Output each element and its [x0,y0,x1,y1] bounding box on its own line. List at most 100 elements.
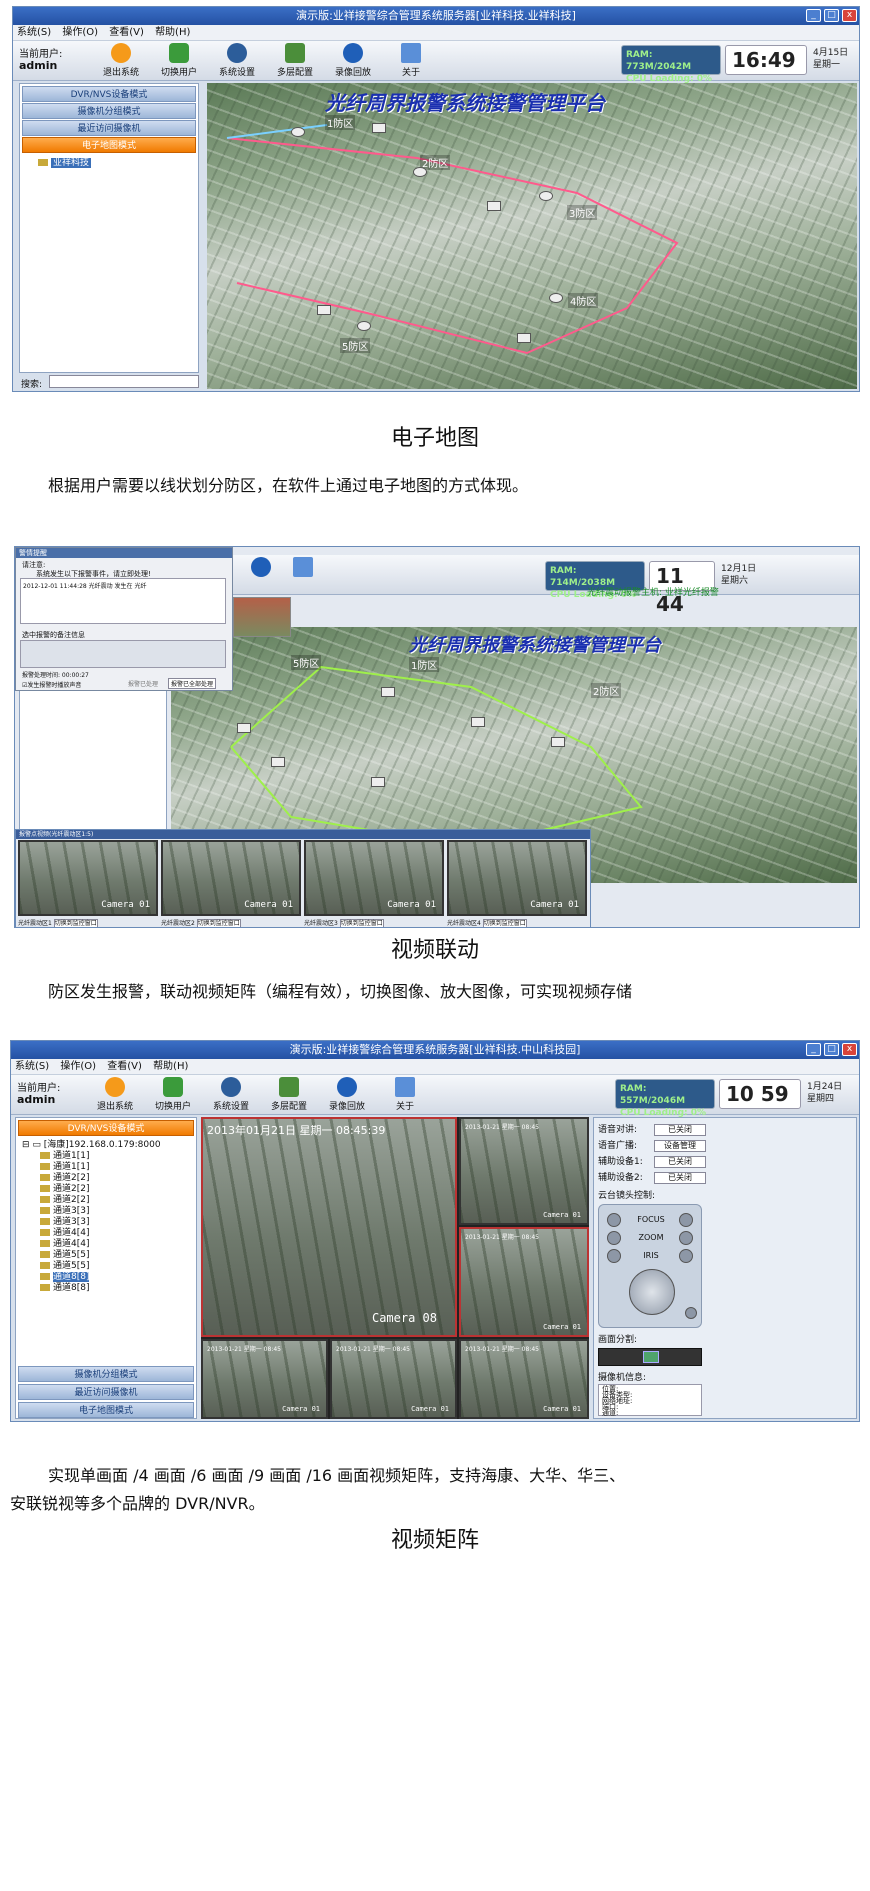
video-feed-4[interactable]: 2013-01-21 星期一 08:45 Camera 01 [201,1339,328,1419]
camera-marker-icon[interactable] [291,127,305,137]
nav-recent-camera[interactable]: 最近访问摄像机 [22,120,196,136]
system-settings-button[interactable]: 系统设置 [203,1077,259,1113]
popup-sound-checkbox[interactable]: ☑发生报警时播放声音 [22,680,81,689]
camera-marker-icon[interactable] [372,123,386,133]
voice-talk-toggle[interactable]: 已关闭 [654,1124,706,1136]
playback-button[interactable]: 录像回放 [319,1077,375,1113]
tree-channel[interactable]: 通道8[8] [22,1272,161,1283]
exit-system-button[interactable]: 退出系统 [87,1077,143,1113]
tree-channel[interactable]: 通道1[1] [22,1151,161,1162]
camera-marker-icon[interactable] [237,723,251,733]
iris-plus-button[interactable] [679,1249,693,1263]
nav-dvr-mode[interactable]: DVR/NVS设备模式 [18,1120,194,1136]
minimize-button[interactable]: _ [806,1043,821,1056]
exit-system-button[interactable]: 退出系统 [93,43,149,79]
camera-marker-icon[interactable] [413,167,427,177]
maximize-button[interactable]: □ [824,9,839,22]
menu-system[interactable]: 系统(S) [17,27,51,38]
tree-root[interactable]: ⊟ ▭ [海康]192.168.0.179:8000 [22,1140,161,1151]
switch-monitor-button[interactable]: 切换到监控窗口 [339,919,384,927]
video-feed-3[interactable]: 2013-01-21 星期一 08:45 Camera 01 [459,1227,589,1337]
video-feed-5[interactable]: 2013-01-21 星期一 08:45 Camera 01 [330,1339,457,1419]
tree-channel[interactable]: 通道8[8] [22,1283,161,1294]
menu-view[interactable]: 查看(V) [107,1061,142,1072]
nav-dvr-mode[interactable]: DVR/NVS设备模式 [22,86,196,102]
switch-user-button[interactable]: 切换用户 [145,1077,201,1113]
video-feed-2[interactable]: 2013-01-21 星期一 08:45 Camera 01 [459,1117,589,1225]
tree-channel[interactable]: 通道1[1] [22,1162,161,1173]
camera-marker-icon[interactable] [271,757,285,767]
popup-note-field[interactable] [20,640,226,668]
tree-channel[interactable]: 通道4[4] [22,1228,161,1239]
nav-camera-group[interactable]: 摄像机分组模式 [18,1366,194,1382]
camera-marker-icon[interactable] [549,293,563,303]
tree-channel[interactable]: 通道3[3] [22,1206,161,1217]
multi-config-button[interactable]: 多层配置 [267,43,323,79]
menu-system[interactable]: 系统(S) [15,1061,49,1072]
split-4-icon[interactable] [643,1351,659,1363]
camera-marker-icon[interactable] [371,777,385,787]
camera-marker-icon[interactable] [517,333,531,343]
device-manage-button[interactable]: 设备管理 [654,1140,706,1152]
nav-recent-camera[interactable]: 最近访问摄像机 [18,1384,194,1400]
menu-operate[interactable]: 操作(O) [60,1061,96,1072]
aux-device-1-toggle[interactable]: 已关闭 [654,1156,706,1168]
menu-help[interactable]: 帮助(H) [153,1061,188,1072]
tree-channel[interactable]: 通道2[2] [22,1173,161,1184]
tree-channel[interactable]: 通道2[2] [22,1195,161,1206]
about-button[interactable]: 关于 [377,1077,433,1113]
menu-help[interactable]: 帮助(H) [155,27,190,38]
about-button[interactable]: 关于 [383,43,439,79]
tree-channel[interactable]: 通道5[5] [22,1261,161,1272]
nav-camera-group[interactable]: 摄像机分组模式 [22,103,196,119]
close-button[interactable]: x [842,1043,857,1056]
alarm-feed-1[interactable]: Camera 01 [18,840,158,916]
nav-emap-mode[interactable]: 电子地图模式 [22,137,196,153]
close-button[interactable]: x [842,9,857,22]
alarm-feed-4[interactable]: Camera 01 [447,840,587,916]
zoom-plus-button[interactable] [679,1231,693,1245]
popup-event-list[interactable]: 2012-12-01 11:44:28 光纤震动 发生在 光纤 [20,578,226,624]
menu-view[interactable]: 查看(V) [109,27,144,38]
about-button[interactable] [275,557,331,593]
menu-operate[interactable]: 操作(O) [62,27,98,38]
camera-marker-icon[interactable] [317,305,331,315]
alarm-feed-3[interactable]: Camera 01 [304,840,444,916]
maximize-button[interactable]: □ [824,1043,839,1056]
switch-monitor-button[interactable]: 切换到监控窗口 [53,919,98,927]
alarm-feed-2[interactable]: Camera 01 [161,840,301,916]
tree-channel[interactable]: 通道5[5] [22,1250,161,1261]
camera-marker-icon[interactable] [487,201,501,211]
tree-channel[interactable]: 通道2[2] [22,1184,161,1195]
electronic-map[interactable]: 光纤周界报警系统接警管理平台 1防区 2防区 3防区 4防区 5防区 [207,83,857,389]
camera-marker-icon[interactable] [381,687,395,697]
camera-marker-icon[interactable] [539,191,553,201]
minimize-button[interactable]: _ [806,9,821,22]
search-input[interactable] [49,375,199,388]
popup-handle-all-button[interactable]: 报警已全部处理 [168,678,217,689]
split-layout-selector[interactable] [598,1348,702,1366]
focus-plus-button[interactable] [679,1213,693,1227]
video-feed-6[interactable]: 2013-01-21 星期一 08:45 Camera 01 [459,1339,589,1419]
system-settings-button[interactable]: 系统设置 [209,43,265,79]
camera-marker-icon[interactable] [551,737,565,747]
zoom-minus-button[interactable] [607,1231,621,1245]
popup-handled-button[interactable]: 报警已处理 [128,679,158,688]
ptz-direction-pad-icon[interactable] [629,1269,675,1315]
camera-marker-icon[interactable] [471,717,485,727]
aux-device-2-toggle[interactable]: 已关闭 [654,1172,706,1184]
iris-minus-button[interactable] [607,1249,621,1263]
camera-marker-icon[interactable] [357,321,371,331]
tree-item[interactable]: 业祥科技 [38,158,92,169]
nav-emap-mode[interactable]: 电子地图模式 [18,1402,194,1418]
switch-monitor-button[interactable]: 切换到监控窗口 [196,919,241,927]
focus-minus-button[interactable] [607,1213,621,1227]
ptz-speed-button[interactable] [685,1307,697,1319]
playback-button[interactable]: 录像回放 [325,43,381,79]
tree-channel[interactable]: 通道3[3] [22,1217,161,1228]
multi-config-button[interactable]: 多层配置 [261,1077,317,1113]
main-video-feed[interactable]: 2013年01月21日 星期一 08:45:39 Camera 08 [201,1117,457,1337]
switch-user-button[interactable]: 切换用户 [151,43,207,79]
tree-channel[interactable]: 通道4[4] [22,1239,161,1250]
switch-monitor-button[interactable]: 切换到监控窗口 [482,919,527,927]
